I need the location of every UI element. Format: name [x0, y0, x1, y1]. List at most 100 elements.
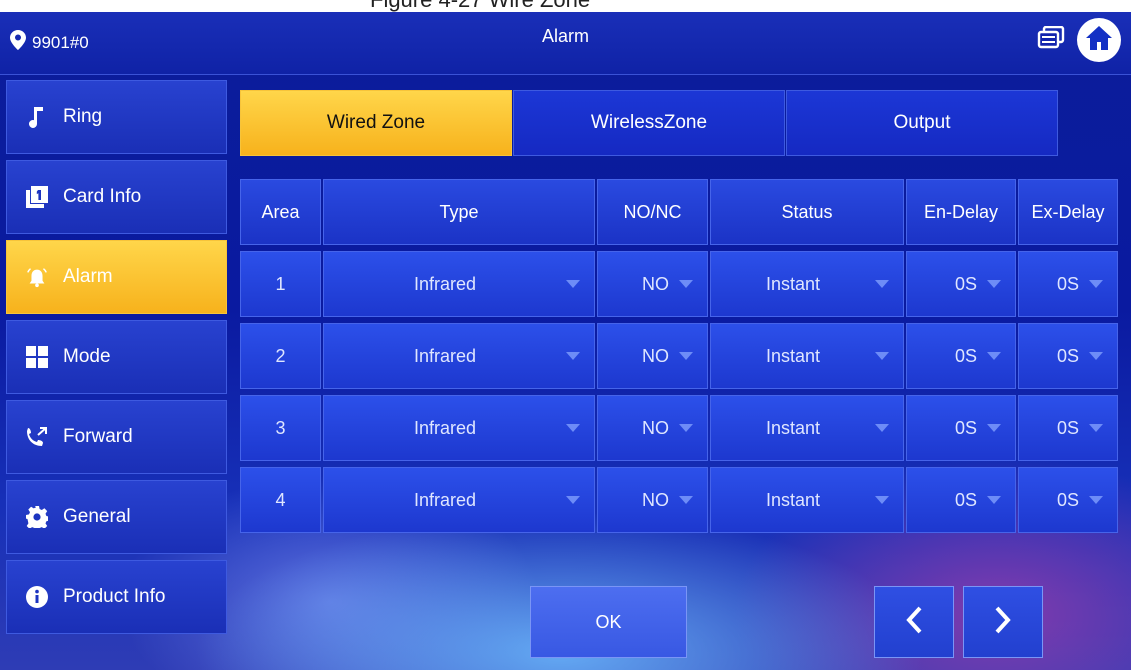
nonc-value: NO	[642, 345, 669, 366]
nonc-value: NO	[642, 273, 669, 294]
ex-delay-value: 0S	[1056, 417, 1079, 438]
status-value: Instant	[765, 489, 821, 510]
dropdown-arrow-icon	[987, 352, 1001, 360]
status-value: Instant	[765, 273, 821, 294]
info-icon	[25, 585, 49, 609]
nonc-value: NO	[642, 489, 669, 510]
table-row: 4 Infrared NO Instant 0S 0S	[240, 467, 1120, 533]
type-dropdown[interactable]: Infrared	[323, 323, 595, 389]
dropdown-arrow-icon	[566, 352, 580, 360]
top-bar: 9901#0 Alarm	[0, 12, 1131, 75]
sidebar-item-label: Mode	[63, 346, 111, 367]
en-delay-value: 0S	[954, 417, 977, 438]
type-dropdown[interactable]: Infrared	[323, 395, 595, 461]
column-header-en-delay: En-Delay	[906, 179, 1016, 245]
grid-icon	[25, 345, 49, 369]
home-button[interactable]	[1077, 18, 1121, 62]
table-row: 2 Infrared NO Instant 0S 0S	[240, 323, 1120, 389]
dropdown-arrow-icon	[875, 352, 889, 360]
column-header-ex-delay: Ex-Delay	[1018, 179, 1118, 245]
dropdown-arrow-icon	[875, 424, 889, 432]
dropdown-arrow-icon	[566, 424, 580, 432]
dropdown-arrow-icon	[566, 280, 580, 288]
tab-output[interactable]: Output	[786, 90, 1058, 156]
sidebar-item-product-info[interactable]: Product Info	[6, 560, 227, 634]
table-header-row: Area Type NO/NC Status En-Delay Ex-Delay	[240, 179, 1120, 245]
type-value: Infrared	[413, 345, 477, 366]
status-value: Instant	[765, 417, 821, 438]
ex-delay-value: 0S	[1056, 345, 1079, 366]
page-title: Alarm	[541, 26, 589, 46]
tab-wireless-zone[interactable]: WirelessZone	[513, 90, 785, 156]
ok-button[interactable]: OK	[530, 586, 687, 658]
type-dropdown[interactable]: Infrared	[323, 251, 595, 317]
dropdown-arrow-icon	[875, 496, 889, 504]
en-delay-dropdown[interactable]: 0S	[906, 467, 1016, 533]
nonc-dropdown[interactable]: NO	[597, 467, 708, 533]
figure-caption: Figure 4-27 Wire Zone	[370, 0, 590, 12]
ex-delay-dropdown[interactable]: 0S	[1018, 467, 1118, 533]
ex-delay-value: 0S	[1056, 273, 1079, 294]
sidebar-item-mode[interactable]: Mode	[6, 320, 227, 394]
sidebar-item-general[interactable]: General	[6, 480, 227, 554]
dropdown-arrow-icon	[1089, 496, 1103, 504]
type-value: Infrared	[413, 273, 477, 294]
nonc-dropdown[interactable]: NO	[597, 251, 708, 317]
status-value: Instant	[765, 345, 821, 366]
en-delay-dropdown[interactable]: 0S	[906, 323, 1016, 389]
sidebar-item-label: Forward	[63, 426, 133, 447]
status-dropdown[interactable]: Instant	[710, 395, 904, 461]
dropdown-arrow-icon	[987, 280, 1001, 288]
status-dropdown[interactable]: Instant	[710, 251, 904, 317]
area-number: 2	[240, 323, 321, 389]
en-delay-dropdown[interactable]: 0S	[906, 395, 1016, 461]
nonc-dropdown[interactable]: NO	[597, 323, 708, 389]
sidebar-item-label: Ring	[63, 106, 103, 127]
dropdown-arrow-icon	[987, 496, 1001, 504]
dropdown-arrow-icon	[566, 496, 580, 504]
table-row: 3 Infrared NO Instant 0S 0S	[240, 395, 1120, 461]
sidebar-item-ring[interactable]: Ring	[6, 80, 227, 154]
music-note-icon	[25, 105, 49, 129]
dropdown-arrow-icon	[679, 352, 693, 360]
home-icon	[1085, 25, 1113, 56]
ex-delay-dropdown[interactable]: 0S	[1018, 395, 1118, 461]
en-delay-value: 0S	[954, 273, 977, 294]
status-dropdown[interactable]: Instant	[710, 467, 904, 533]
ex-delay-dropdown[interactable]: 0S	[1018, 323, 1118, 389]
zone-tabs: Wired Zone WirelessZone Output	[240, 90, 1059, 156]
dropdown-arrow-icon	[875, 280, 889, 288]
sidebar-item-label: Alarm	[63, 266, 113, 287]
next-page-button[interactable]	[963, 586, 1043, 658]
previous-page-button[interactable]	[874, 586, 954, 658]
chevron-right-icon	[994, 606, 1012, 639]
chevron-left-icon	[905, 606, 923, 639]
dropdown-arrow-icon	[679, 424, 693, 432]
messages-icon[interactable]	[1037, 25, 1065, 55]
column-header-nonc: NO/NC	[597, 179, 708, 245]
dropdown-arrow-icon	[679, 496, 693, 504]
column-header-status: Status	[710, 179, 904, 245]
area-number: 1	[240, 251, 321, 317]
dropdown-arrow-icon	[1089, 424, 1103, 432]
sidebar-item-card-info[interactable]: Card Info	[6, 160, 227, 234]
card-icon	[25, 185, 49, 209]
nonc-value: NO	[642, 417, 669, 438]
ex-delay-dropdown[interactable]: 0S	[1018, 251, 1118, 317]
sidebar-item-alarm[interactable]: Alarm	[6, 240, 227, 314]
column-header-area: Area	[240, 179, 321, 245]
area-number: 3	[240, 395, 321, 461]
area-number: 4	[240, 467, 321, 533]
sidebar: Ring Card Info Alarm Mode Forward Genera…	[6, 80, 227, 640]
status-dropdown[interactable]: Instant	[710, 323, 904, 389]
nonc-dropdown[interactable]: NO	[597, 395, 708, 461]
dropdown-arrow-icon	[987, 424, 1001, 432]
type-value: Infrared	[413, 489, 477, 510]
table-row: 1 Infrared NO Instant 0S 0S	[240, 251, 1120, 317]
gear-icon	[25, 505, 49, 529]
sidebar-item-forward[interactable]: Forward	[6, 400, 227, 474]
en-delay-dropdown[interactable]: 0S	[906, 251, 1016, 317]
type-dropdown[interactable]: Infrared	[323, 467, 595, 533]
tab-wired-zone[interactable]: Wired Zone	[240, 90, 512, 156]
dropdown-arrow-icon	[1089, 280, 1103, 288]
